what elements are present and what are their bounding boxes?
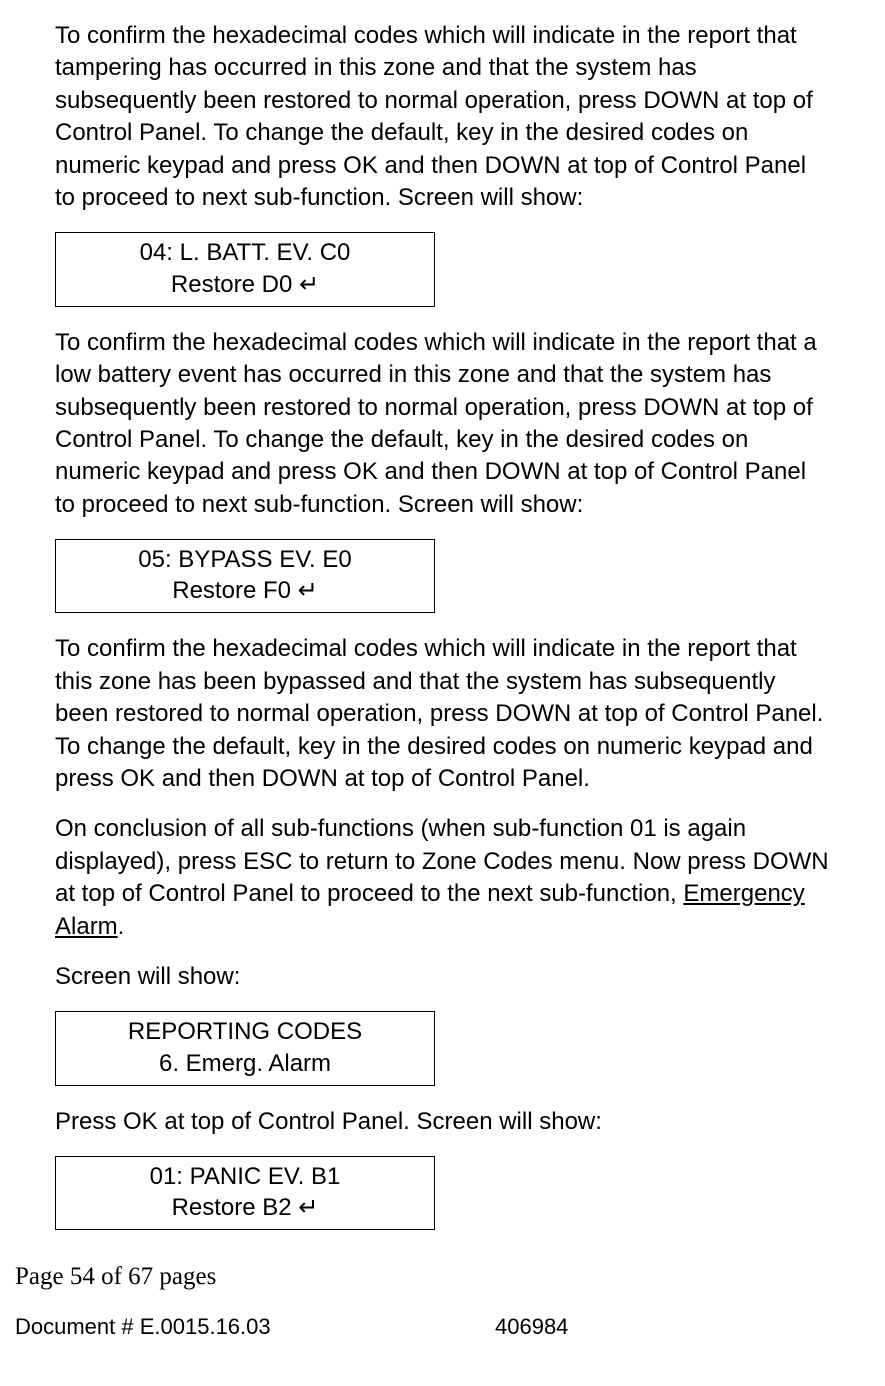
screen-line: 04: L. BATT. EV. C0 [56,237,434,268]
paragraph-4-text-c: . [118,913,125,940]
paragraph-2: To confirm the hexadecimal codes which w… [55,327,830,521]
paragraph-6: Press OK at top of Control Panel. Screen… [55,1106,830,1138]
footer-document-info: Document # E.0015.16.03 406984 [15,1312,830,1342]
document-number: Document # E.0015.16.03 [15,1312,495,1342]
screen-display-2: 05: BYPASS EV. E0 Restore F0 ↵ [55,539,435,613]
screen-line: 05: BYPASS EV. E0 [56,544,434,575]
screen-line: 01: PANIC EV. B1 [56,1161,434,1192]
screen-line: Restore B2 ↵ [56,1192,434,1223]
screen-display-4: 01: PANIC EV. B1 Restore B2 ↵ [55,1156,435,1230]
screen-line: Restore D0 ↵ [56,269,434,300]
page-number: Page 54 of 67 pages [15,1260,830,1294]
paragraph-4: On conclusion of all sub-functions (when… [55,813,830,943]
screen-display-1: 04: L. BATT. EV. C0 Restore D0 ↵ [55,232,435,306]
paragraph-3: To confirm the hexadecimal codes which w… [55,633,830,795]
paragraph-5: Screen will show: [55,961,830,993]
paragraph-1: To confirm the hexadecimal codes which w… [55,20,830,214]
screen-line: Restore F0 ↵ [56,575,434,606]
document-code: 406984 [495,1312,568,1342]
screen-display-3: REPORTING CODES 6. Emerg. Alarm [55,1011,435,1085]
screen-line: REPORTING CODES [56,1016,434,1047]
screen-line: 6. Emerg. Alarm [56,1048,434,1079]
